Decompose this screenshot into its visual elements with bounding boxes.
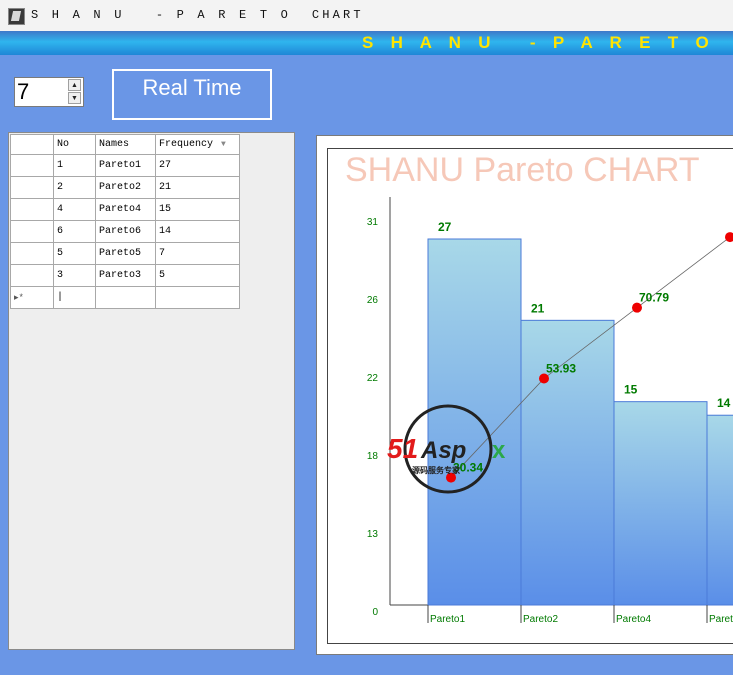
watermark-subtext: 源码服务专家 — [412, 465, 461, 475]
pareto-chart: SHANU Pareto CHART 0 13 18 22 26 31 27 Pareto1… — [345, 151, 733, 625]
cell-name[interactable]: Pareto4 — [95, 198, 156, 221]
x-tick-label: Pareto1 — [430, 614, 465, 625]
row-header[interactable] — [10, 220, 54, 243]
column-names-label: Names — [99, 139, 130, 150]
header-banner: S H A N U - P A R E T O C — [0, 31, 733, 55]
watermark-51: 51 — [387, 433, 418, 464]
cell-frequency[interactable]: 15 — [155, 198, 240, 221]
banner-title: S H A N U - P A R E T O C — [362, 33, 733, 52]
cell-no[interactable]: 4 — [53, 198, 96, 221]
cell-name[interactable]: Pareto3 — [95, 264, 156, 287]
column-frequency-label: Frequency — [159, 139, 214, 150]
y-tick-label: 0 — [372, 607, 378, 618]
cell-frequency[interactable]: 27 — [155, 154, 240, 177]
bar-value-label: 21 — [531, 301, 545, 315]
x-tick-label: Pareto6 — [709, 614, 733, 625]
table-row[interactable]: 4 Pareto4 15 — [10, 198, 240, 221]
spinner-up-button[interactable]: ▲ — [68, 79, 81, 91]
row-header[interactable] — [10, 264, 54, 287]
chart-panel: SHANU Pareto CHART 0 13 18 22 26 31 27 Pareto1… — [316, 135, 733, 655]
bar-value-label: 27 — [438, 220, 452, 234]
new-cell-name[interactable] — [95, 286, 156, 309]
cell-frequency[interactable]: 7 — [155, 242, 240, 265]
table-row[interactable]: 6 Pareto6 14 — [10, 220, 240, 243]
new-row-marker: ▸* — [10, 286, 54, 309]
y-tick-label: 31 — [367, 217, 379, 228]
bar — [706, 414, 733, 606]
x-tick-label: Pareto4 — [616, 614, 651, 625]
y-tick-label: 22 — [367, 373, 379, 384]
cumulative-label: 53.93 — [546, 361, 576, 375]
watermark-logo: 51 Asp x 源码服务专家 — [387, 404, 506, 494]
realtime-button[interactable]: Real Time — [112, 69, 272, 120]
column-header-no[interactable]: No — [53, 134, 96, 155]
cell-name[interactable]: Pareto2 — [95, 176, 156, 199]
y-tick-label: 18 — [367, 451, 379, 462]
bar-value-label: 15 — [624, 383, 638, 397]
chart-area: SHANU Pareto CHART 0 13 18 22 26 31 27 Pareto1… — [327, 148, 733, 644]
cell-no[interactable]: 1 — [53, 154, 96, 177]
new-row[interactable]: ▸* | — [10, 286, 240, 309]
column-no-label: No — [57, 139, 70, 150]
cell-no[interactable]: 5 — [53, 242, 96, 265]
row-header[interactable] — [10, 198, 54, 221]
column-header-frequency[interactable]: Frequency ▼ — [155, 134, 240, 155]
cell-frequency[interactable]: 21 — [155, 176, 240, 199]
cell-name[interactable]: Pareto5 — [95, 242, 156, 265]
table-row[interactable]: 2 Pareto2 21 — [10, 176, 240, 199]
row-header[interactable] — [10, 176, 54, 199]
app-icon — [8, 8, 25, 25]
cell-frequency[interactable]: 5 — [155, 264, 240, 287]
grid-header-row: No Names Frequency ▼ — [10, 134, 240, 155]
row-header-corner — [10, 134, 54, 155]
cumulative-point — [725, 232, 733, 243]
cell-no[interactable]: 2 — [53, 176, 96, 199]
window-title: S H A N U - P A R E T O CHART — [31, 8, 364, 22]
data-grid-panel: No Names Frequency ▼ 1 Pareto1 27 2 Pareto2 2… — [8, 132, 295, 650]
bar — [613, 401, 708, 606]
y-tick-label: 13 — [367, 529, 379, 540]
bar-value-label: 14 — [717, 396, 731, 410]
data-grid[interactable]: No Names Frequency ▼ 1 Pareto1 27 2 Pareto2 2… — [10, 134, 240, 309]
chart-title: SHANU Pareto CHART — [345, 151, 700, 189]
column-header-names[interactable]: Names — [95, 134, 156, 155]
cumulative-label: 70.79 — [639, 291, 669, 305]
table-row[interactable]: 1 Pareto1 27 — [10, 154, 240, 177]
spinner-down-button[interactable]: ▼ — [68, 92, 81, 104]
cell-name[interactable]: Pareto6 — [95, 220, 156, 243]
table-row[interactable]: 5 Pareto5 7 — [10, 242, 240, 265]
sort-dropdown-icon[interactable]: ▼ — [221, 140, 226, 149]
new-cell-no[interactable]: | — [53, 286, 96, 309]
new-cell-frequency[interactable] — [155, 286, 240, 309]
table-row[interactable]: 3 Pareto3 5 — [10, 264, 240, 287]
title-bar: S H A N U - P A R E T O CHART — [0, 0, 733, 32]
cell-frequency[interactable]: 14 — [155, 220, 240, 243]
x-tick-label: Pareto2 — [523, 614, 558, 625]
y-tick-label: 26 — [367, 295, 379, 306]
row-header[interactable] — [10, 242, 54, 265]
count-spinner[interactable]: 7 ▲ ▼ — [14, 77, 84, 107]
cell-name[interactable]: Pareto1 — [95, 154, 156, 177]
cell-no[interactable]: 3 — [53, 264, 96, 287]
row-header[interactable] — [10, 154, 54, 177]
watermark-x: x — [492, 437, 506, 464]
watermark-aspx: Asp — [420, 437, 466, 464]
spinner-value[interactable]: 7 — [17, 79, 29, 105]
cell-no[interactable]: 6 — [53, 220, 96, 243]
